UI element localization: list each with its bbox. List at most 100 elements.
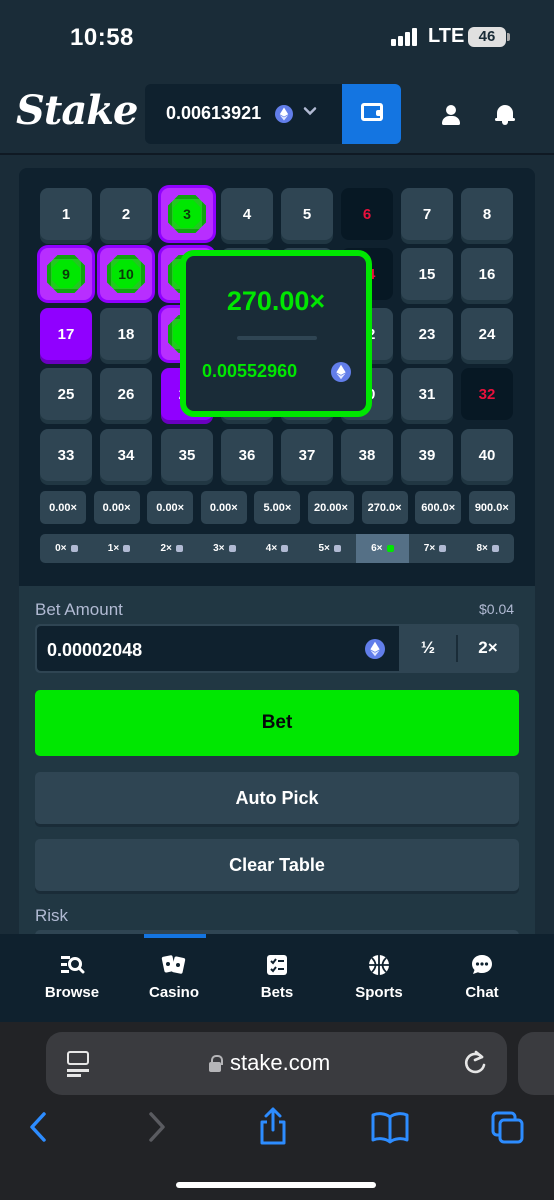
nav-label: Chat — [465, 984, 499, 1001]
nav-sports[interactable]: Sports — [334, 952, 424, 1001]
keno-tile[interactable]: 3 — [161, 188, 213, 240]
keno-tile[interactable]: 9 — [40, 248, 92, 300]
keno-tile[interactable]: 4 — [221, 188, 273, 240]
hits-cell: 7× — [409, 534, 462, 563]
keno-tile[interactable]: 15 — [401, 248, 453, 300]
wallet-button[interactable] — [342, 84, 401, 144]
nav-casino[interactable]: Casino — [129, 952, 219, 1001]
active-tab-indicator — [144, 934, 206, 938]
tile-number: 10 — [112, 260, 140, 288]
tile-number: 1 — [61, 205, 71, 223]
lock-icon — [209, 1055, 223, 1072]
reload-icon[interactable] — [462, 1049, 488, 1077]
keno-tile[interactable]: 17 — [40, 308, 92, 360]
browse-icon — [61, 956, 85, 974]
gem-icon: 10 — [107, 255, 145, 293]
keno-tile[interactable]: 35 — [161, 429, 213, 481]
tile-number: 16 — [478, 265, 496, 283]
keno-tile[interactable]: 32 — [461, 368, 513, 420]
keno-tile[interactable]: 10 — [100, 248, 152, 300]
keno-tile[interactable]: 5 — [281, 188, 333, 240]
keno-tile[interactable]: 16 — [461, 248, 513, 300]
tile-number: 37 — [298, 446, 316, 464]
gem-dot-icon — [228, 545, 236, 552]
tile-number: 17 — [57, 325, 75, 343]
keno-tile[interactable]: 33 — [40, 429, 92, 481]
tile-number: 35 — [178, 446, 196, 464]
app-header: Stake 0.00613921 — [0, 75, 554, 155]
tile-number: 26 — [117, 385, 135, 403]
nav-chat[interactable]: Chat — [437, 952, 527, 1001]
user-icon[interactable] — [441, 105, 461, 125]
keno-tile[interactable]: 39 — [401, 429, 453, 481]
gem-dot-icon — [123, 545, 131, 552]
status-time: 10:58 — [70, 24, 134, 51]
hits-row: 0× 1× 2× 3× 4× 5× 6× 7× 8× — [40, 534, 514, 563]
tile-number: 33 — [57, 446, 75, 464]
hits-label: 1× — [107, 543, 120, 554]
keno-tile[interactable]: 38 — [341, 429, 393, 481]
auto-pick-button[interactable]: Auto Pick — [35, 772, 519, 824]
keno-tile[interactable]: 8 — [461, 188, 513, 240]
keno-tile[interactable]: 37 — [281, 429, 333, 481]
keno-tile[interactable]: 36 — [221, 429, 273, 481]
hits-cell: 1× — [93, 534, 146, 563]
payout-multiplier: 0.00× — [40, 491, 86, 524]
balance-amount: 0.00613921 — [166, 103, 262, 123]
result-popup: 270.00× 0.00552960 — [180, 250, 372, 417]
nav-label: Bets — [260, 984, 294, 1001]
keno-tile[interactable]: 25 — [40, 368, 92, 420]
nav-bets[interactable]: Bets — [232, 952, 322, 1001]
keno-tile[interactable]: 6 — [341, 188, 393, 240]
double-button[interactable]: 2× — [468, 638, 508, 658]
network-type: LTE — [428, 25, 465, 47]
keno-tile[interactable]: 2 — [100, 188, 152, 240]
tile-number: 39 — [418, 446, 436, 464]
keno-tile[interactable]: 34 — [100, 429, 152, 481]
payout-multiplier: 900.0× — [468, 491, 515, 524]
keno-tile[interactable]: 1 — [40, 188, 92, 240]
tile-number: 25 — [57, 385, 75, 403]
hits-label: 4× — [265, 543, 278, 554]
hits-label: 6× — [371, 543, 383, 554]
reader-icon[interactable] — [67, 1051, 89, 1077]
bell-icon[interactable] — [495, 103, 515, 125]
tile-number: 3 — [173, 200, 201, 228]
share-icon[interactable] — [257, 1106, 289, 1146]
eth-icon — [331, 362, 351, 382]
bet-amount-input[interactable]: 0.00002048 — [37, 626, 399, 671]
hits-label: 5× — [318, 543, 330, 554]
nav-browse[interactable]: Browse — [27, 952, 117, 1001]
payout-multiplier: 600.0× — [415, 491, 462, 524]
forward-icon[interactable] — [145, 1110, 169, 1144]
gem-dot-icon — [333, 545, 341, 552]
keno-tile[interactable]: 26 — [100, 368, 152, 420]
back-icon[interactable] — [26, 1110, 50, 1144]
divider — [456, 635, 458, 662]
next-tab-preview[interactable] — [518, 1032, 554, 1095]
bookmarks-icon[interactable] — [371, 1110, 409, 1144]
risk-label: Risk — [35, 906, 69, 925]
tile-number: 32 — [478, 385, 496, 403]
keno-tile[interactable]: 40 — [461, 429, 513, 481]
payout-multiplier: 0.00× — [93, 491, 140, 524]
clear-table-button[interactable]: Clear Table — [35, 839, 519, 891]
keno-tile[interactable]: 7 — [401, 188, 453, 240]
stake-logo[interactable]: Stake — [16, 87, 138, 134]
bet-amount-value: 0.00002048 — [47, 640, 143, 660]
tabs-icon[interactable] — [490, 1110, 526, 1146]
keno-tile[interactable]: 18 — [100, 308, 152, 360]
hits-label: 7× — [423, 543, 436, 554]
payout-multiplier: 0.00× — [147, 491, 194, 524]
keno-tile[interactable]: 31 — [401, 368, 453, 420]
half-button[interactable]: ½ — [410, 638, 446, 658]
wallet-icon — [361, 103, 383, 121]
status-bar: 10:58 LTE 46 — [0, 0, 554, 75]
address-bar[interactable]: stake.com — [46, 1032, 507, 1095]
balance-selector[interactable]: 0.00613921 — [145, 84, 342, 144]
keno-tile[interactable]: 23 — [401, 308, 453, 360]
keno-tile[interactable]: 24 — [461, 308, 513, 360]
chat-icon — [472, 955, 492, 974]
bet-button[interactable]: Bet — [35, 690, 519, 756]
payout-multiplier: 270.0× — [361, 491, 408, 524]
